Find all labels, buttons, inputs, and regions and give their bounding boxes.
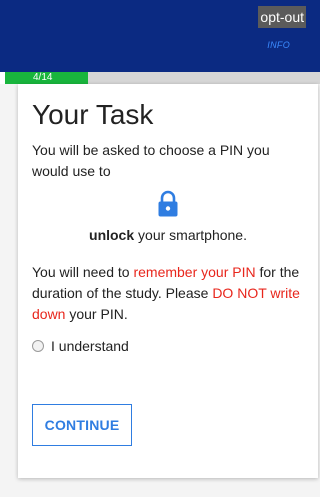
- understand-radio[interactable]: [32, 340, 44, 352]
- instruction-text: You will need to remember your PIN for t…: [32, 262, 312, 325]
- progress-label: 4/14: [33, 72, 53, 83]
- task-card: Your Task You will be asked to choose a …: [18, 84, 318, 478]
- unlock-rest: your smartphone.: [134, 227, 247, 243]
- instruction-part-1: You will need to: [32, 264, 134, 280]
- app-header: opt-out INFO: [0, 0, 320, 72]
- continue-button[interactable]: CONTINUE: [32, 404, 132, 446]
- progress-fill: 4/14: [5, 72, 89, 84]
- progress-bar: 4/14: [5, 72, 320, 84]
- unlock-caption: unlock your smartphone.: [18, 227, 318, 243]
- instruction-part-3: your PIN.: [65, 306, 128, 322]
- info-link[interactable]: INFO: [267, 40, 290, 50]
- understand-label[interactable]: I understand: [51, 338, 129, 354]
- lock-icon-wrapper: [18, 190, 318, 223]
- page-title: Your Task: [32, 99, 154, 130]
- intro-text: You will be asked to choose a PIN you wo…: [32, 142, 270, 179]
- understand-option[interactable]: I understand: [32, 338, 129, 354]
- unlock-word: unlock: [89, 227, 135, 243]
- opt-out-link[interactable]: opt-out: [258, 6, 306, 28]
- remember-pin-highlight: remember your PIN: [133, 264, 256, 280]
- lock-icon: [158, 190, 178, 217]
